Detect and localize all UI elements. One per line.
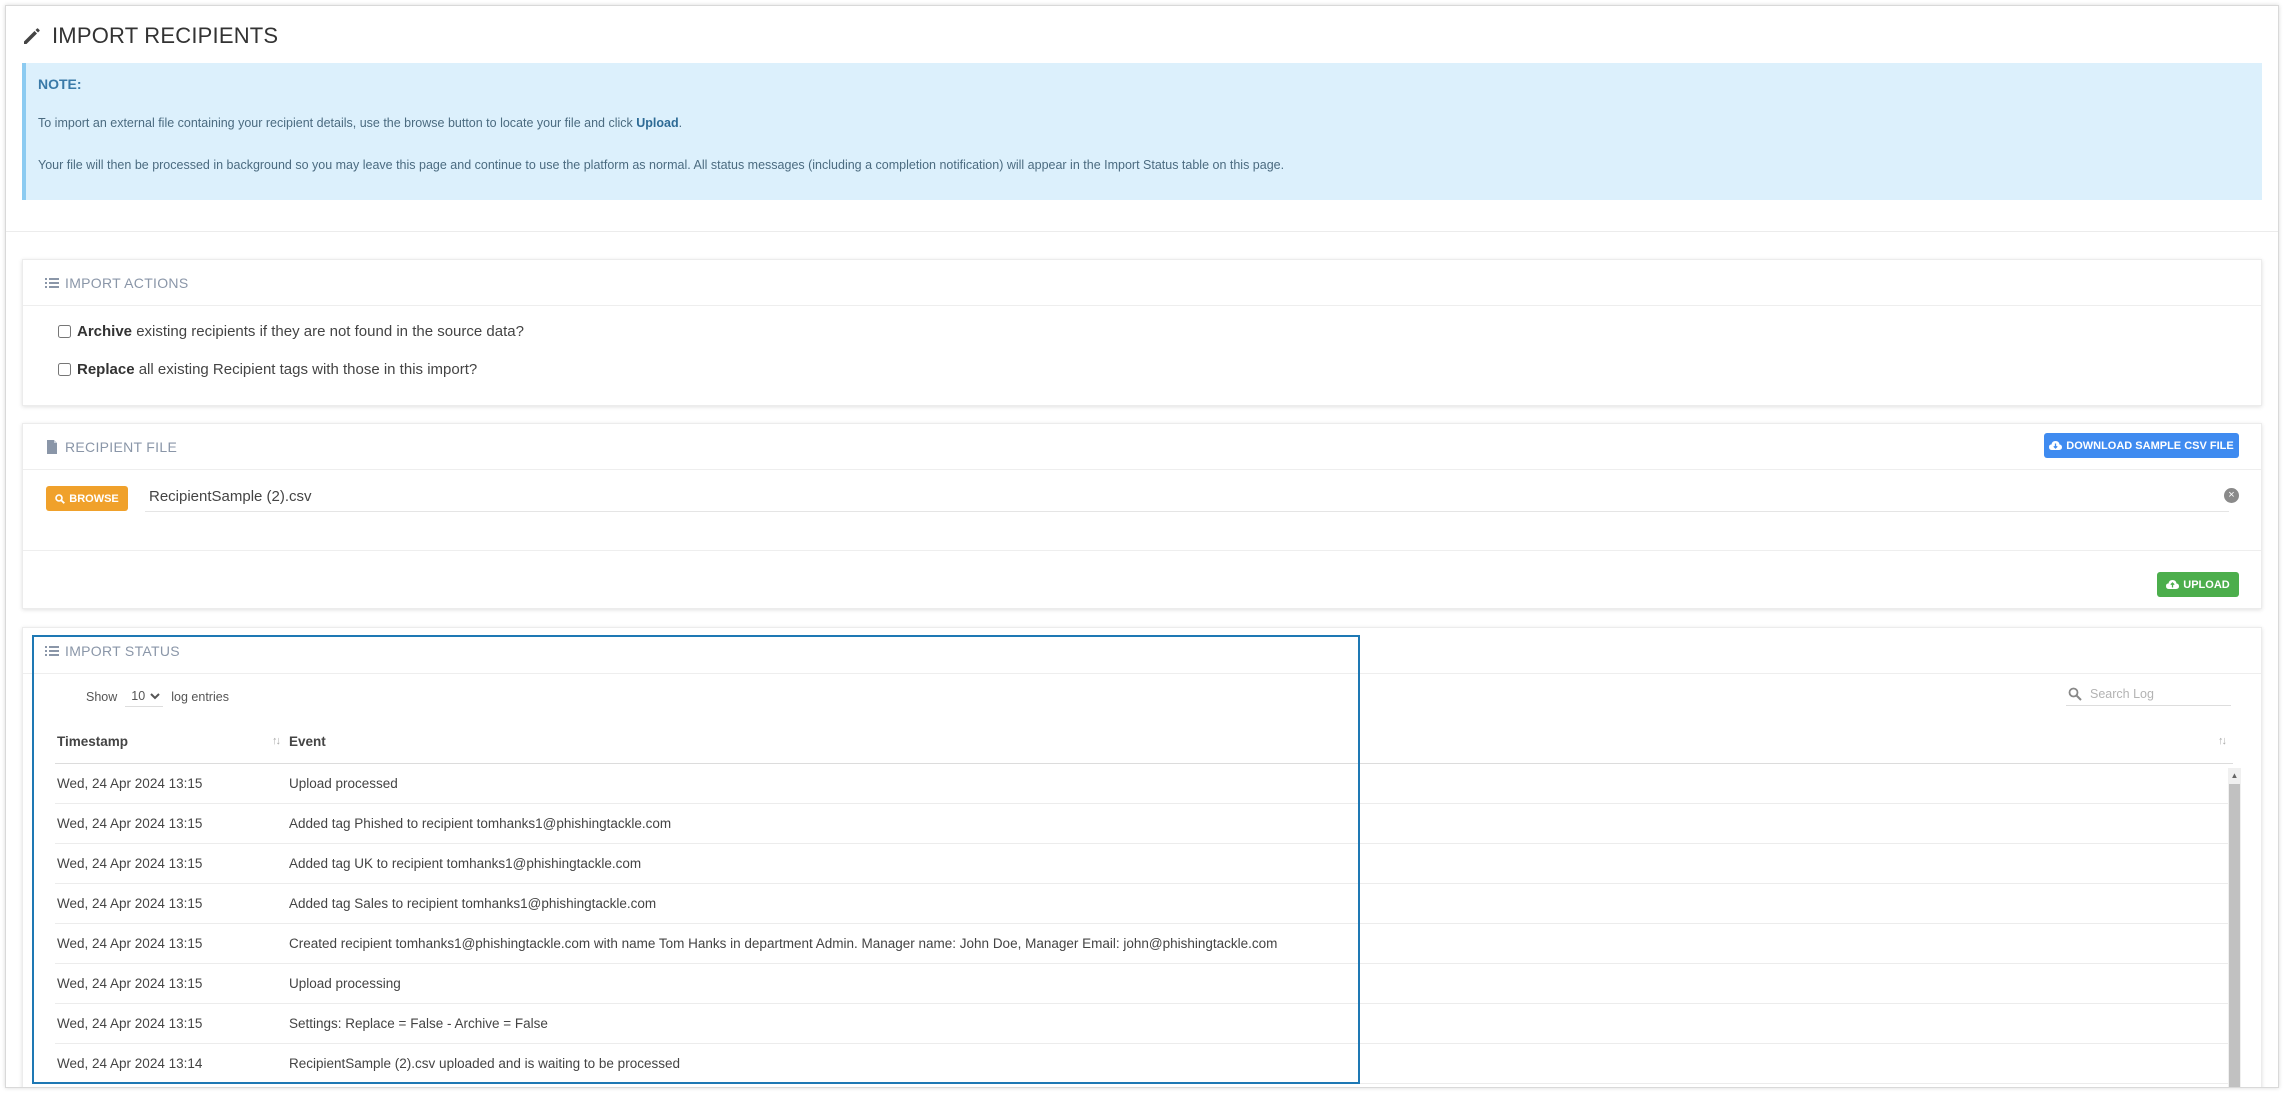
search-log-box	[2066, 682, 2231, 706]
note-line-2: Your file will then be processed in back…	[38, 158, 1285, 172]
page-size-control: Show 10 log entries	[86, 686, 229, 707]
recipient-file-header: RECIPIENT FILE	[23, 424, 2261, 470]
section-divider	[6, 231, 2278, 232]
list-icon	[45, 277, 59, 288]
file-panel-divider	[23, 550, 2261, 551]
archive-label-bold: Archive	[77, 323, 133, 340]
timestamp-cell: Wed, 24 Apr 2024 13:15	[55, 803, 287, 844]
search-log-input[interactable]	[2090, 686, 2220, 701]
log-table-body: Wed, 24 Apr 2024 13:15 Upload processed We…	[55, 763, 2233, 1084]
table-header-row: Timestamp ↑↓ Event ↑↓	[55, 721, 2233, 764]
table-row: Wed, 24 Apr 2024 13:15 Added tag Sales to…	[55, 883, 2233, 924]
event-column-header[interactable]: Event ↑↓	[287, 721, 2233, 764]
event-cell: Added tag Sales to recipient tomhanks1@p…	[287, 883, 2233, 924]
table-row: Wed, 24 Apr 2024 13:15 Upload processing	[55, 963, 2233, 1004]
event-cell: RecipientSample (2).csv uploaded and is …	[287, 1043, 2233, 1084]
note-title: NOTE:	[38, 76, 82, 92]
note-box: NOTE: To import an external file contain…	[22, 63, 2262, 200]
download-sample-csv-label: DOWNLOAD SAMPLE CSV FILE	[2066, 439, 2234, 452]
event-cell: Added tag UK to recipient tomhanks1@phis…	[287, 843, 2233, 884]
cloud-upload-icon	[2166, 580, 2180, 589]
table-scrollbar[interactable]: ▲	[2228, 768, 2241, 1087]
note-upload-emphasis: Upload	[636, 116, 679, 130]
cloud-download-icon	[2049, 441, 2063, 450]
replace-label-bold: Replace	[77, 361, 135, 378]
import-actions-header: IMPORT ACTIONS	[23, 260, 2261, 306]
archive-label: Archive existing recipients if they are …	[77, 323, 524, 340]
event-cell: Upload processing	[287, 963, 2233, 1004]
download-sample-csv-button[interactable]: DOWNLOAD SAMPLE CSV FILE	[2044, 433, 2239, 458]
page-title-text: IMPORT RECIPIENTS	[52, 23, 279, 48]
import-status-header: IMPORT STATUS	[23, 628, 2261, 674]
replace-option[interactable]: Replace all existing Recipient tags with…	[58, 361, 477, 378]
file-icon	[47, 439, 57, 454]
replace-label: Replace all existing Recipient tags with…	[77, 361, 477, 378]
event-header-label: Event	[289, 734, 326, 750]
timestamp-cell: Wed, 24 Apr 2024 13:15	[55, 763, 287, 804]
table-row: Wed, 24 Apr 2024 13:15 Added tag Phished …	[55, 803, 2233, 844]
upload-label: UPLOAD	[2183, 578, 2230, 591]
import-status-panel: IMPORT STATUS Show 10 log entries Timest…	[22, 627, 2262, 1087]
note-line-1-text: To import an external file containing yo…	[38, 116, 637, 130]
table-row: Wed, 24 Apr 2024 13:14 RecipientSample (2…	[55, 1043, 2233, 1084]
event-cell: Added tag Phished to recipient tomhanks1…	[287, 803, 2233, 844]
search-icon	[55, 493, 66, 504]
timestamp-cell: Wed, 24 Apr 2024 13:15	[55, 923, 287, 964]
note-line-1-end: .	[678, 116, 683, 130]
import-status-title: IMPORT STATUS	[65, 642, 180, 659]
scroll-up-icon[interactable]: ▲	[2228, 768, 2241, 782]
event-cell: Upload processed	[287, 763, 2233, 804]
import-status-table: Timestamp ↑↓ Event ↑↓ Wed, 24 Apr 2024 13:…	[55, 721, 2233, 1084]
pencil-icon	[24, 28, 40, 44]
archive-checkbox[interactable]	[58, 325, 71, 338]
import-actions-title: IMPORT ACTIONS	[65, 274, 189, 291]
file-name-field[interactable]	[145, 482, 2229, 512]
scrollbar-thumb[interactable]	[2229, 784, 2240, 1087]
recipient-file-title: RECIPIENT FILE	[65, 438, 178, 455]
browse-button[interactable]: BROWSE	[46, 486, 128, 511]
archive-label-text: existing recipients if they are not foun…	[132, 323, 524, 340]
clear-file-icon[interactable]: ×	[2224, 488, 2239, 503]
page-title: IMPORT RECIPIENTS	[22, 23, 278, 49]
import-actions-panel: IMPORT ACTIONS Archive existing recipien…	[22, 259, 2262, 406]
timestamp-cell: Wed, 24 Apr 2024 13:15	[55, 883, 287, 924]
browse-label: BROWSE	[69, 492, 119, 505]
timestamp-cell: Wed, 24 Apr 2024 13:15	[55, 1003, 287, 1044]
entries-label: log entries	[171, 689, 229, 704]
sort-icon: ↑↓	[2218, 735, 2227, 747]
show-label: Show	[86, 689, 118, 704]
app-window: IMPORT RECIPIENTS NOTE: To import an ext…	[5, 5, 2279, 1088]
event-cell: Created recipient tomhanks1@phishingtack…	[287, 923, 2233, 964]
archive-option[interactable]: Archive existing recipients if they are …	[58, 323, 524, 340]
upload-button[interactable]: UPLOAD	[2157, 572, 2239, 597]
timestamp-cell: Wed, 24 Apr 2024 13:14	[55, 1043, 287, 1084]
note-line-1: To import an external file containing yo…	[38, 116, 2250, 130]
timestamp-column-header[interactable]: Timestamp ↑↓	[55, 721, 287, 764]
list-icon	[45, 645, 59, 656]
timestamp-cell: Wed, 24 Apr 2024 13:15	[55, 843, 287, 884]
table-row: Wed, 24 Apr 2024 13:15 Added tag UK to re…	[55, 843, 2233, 884]
replace-label-text: all existing Recipient tags with those i…	[134, 361, 478, 378]
sort-icon: ↑↓	[272, 735, 281, 747]
search-icon	[2068, 687, 2082, 701]
event-cell: Settings: Replace = False - Archive = Fa…	[287, 1003, 2233, 1044]
table-row: Wed, 24 Apr 2024 13:15 Created recipient …	[55, 923, 2233, 964]
table-row: Wed, 24 Apr 2024 13:15 Upload processed	[55, 763, 2233, 804]
recipient-file-panel: RECIPIENT FILE DOWNLOAD SAMPLE CSV FILE …	[22, 423, 2262, 609]
timestamp-header-label: Timestamp	[57, 734, 129, 750]
replace-checkbox[interactable]	[58, 363, 71, 376]
timestamp-cell: Wed, 24 Apr 2024 13:15	[55, 963, 287, 1004]
table-row: Wed, 24 Apr 2024 13:15 Settings: Replace …	[55, 1003, 2233, 1044]
page-size-select[interactable]: 10	[125, 686, 164, 707]
